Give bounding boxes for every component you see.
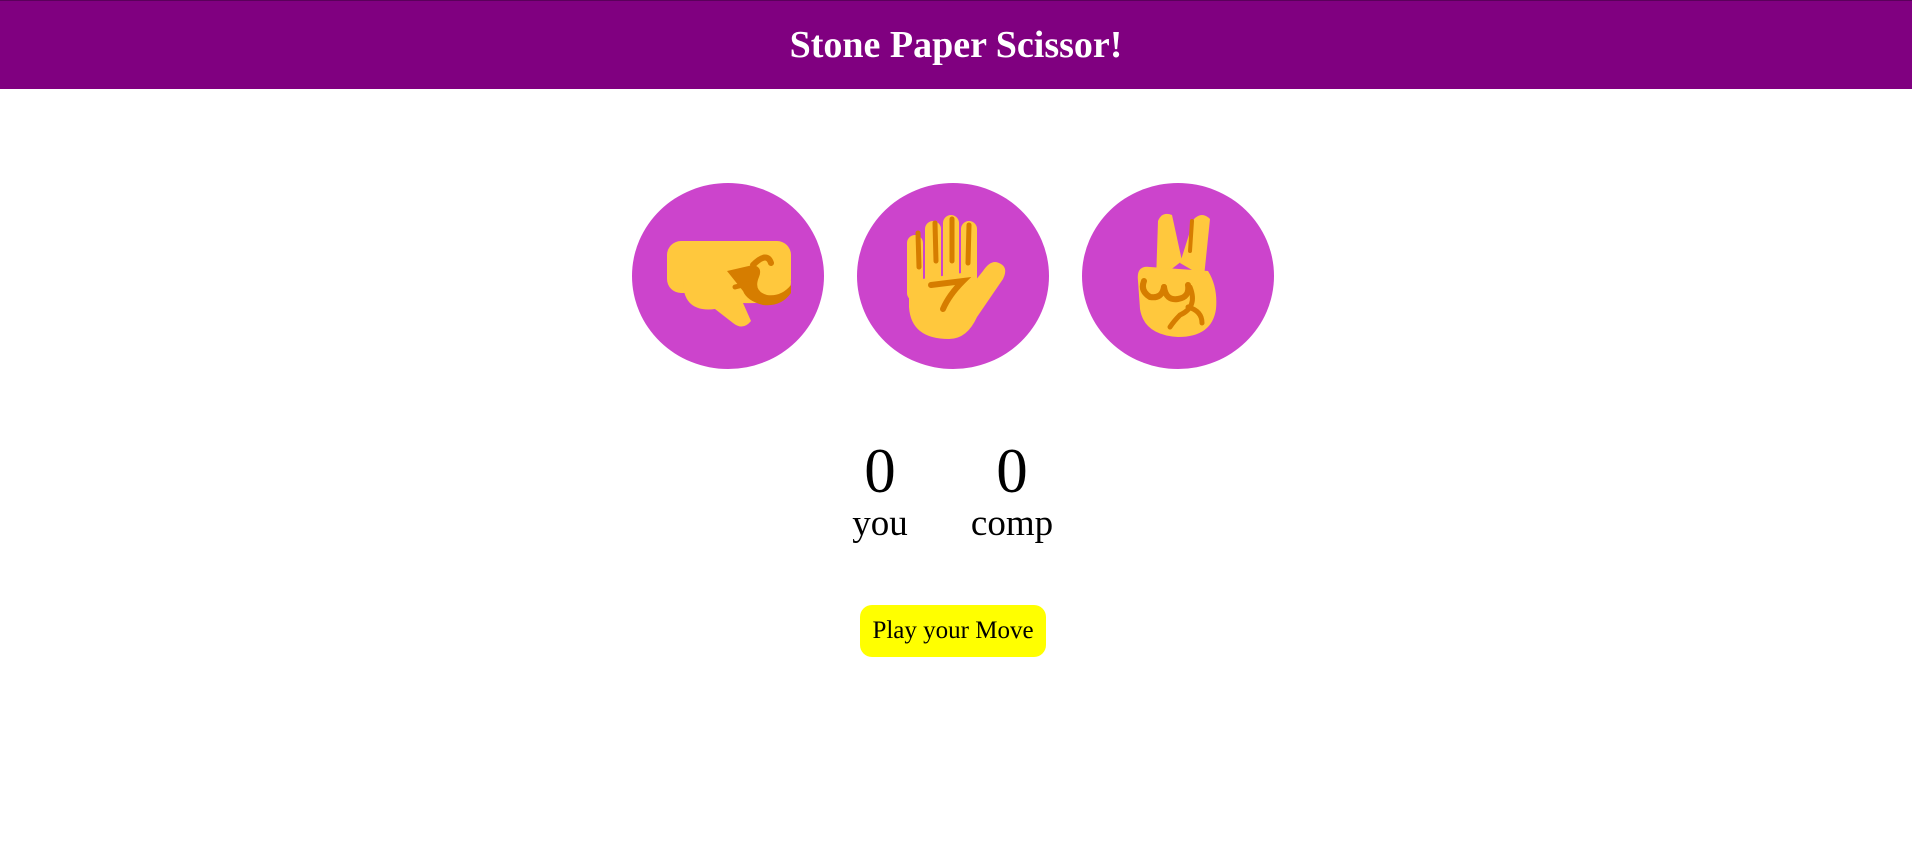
fist-icon — [667, 241, 791, 327]
scissor-choice-button[interactable] — [1082, 183, 1274, 369]
stone-choice-button[interactable] — [632, 183, 824, 369]
victory-hand-icon — [1137, 213, 1217, 337]
user-score-label: you — [852, 503, 908, 544]
user-score: 0 — [864, 436, 896, 506]
user-score-box: 0 you — [820, 440, 940, 544]
comp-score-box: 0 comp — [952, 440, 1072, 544]
raised-hand-icon — [907, 215, 1006, 339]
app-header: Stone Paper Scissor! — [0, 0, 1912, 89]
message-box: Play your Move — [860, 605, 1046, 657]
paper-choice-button[interactable] — [857, 183, 1049, 369]
page-title: Stone Paper Scissor! — [789, 24, 1123, 66]
comp-score: 0 — [996, 436, 1028, 506]
comp-score-label: comp — [970, 503, 1054, 544]
